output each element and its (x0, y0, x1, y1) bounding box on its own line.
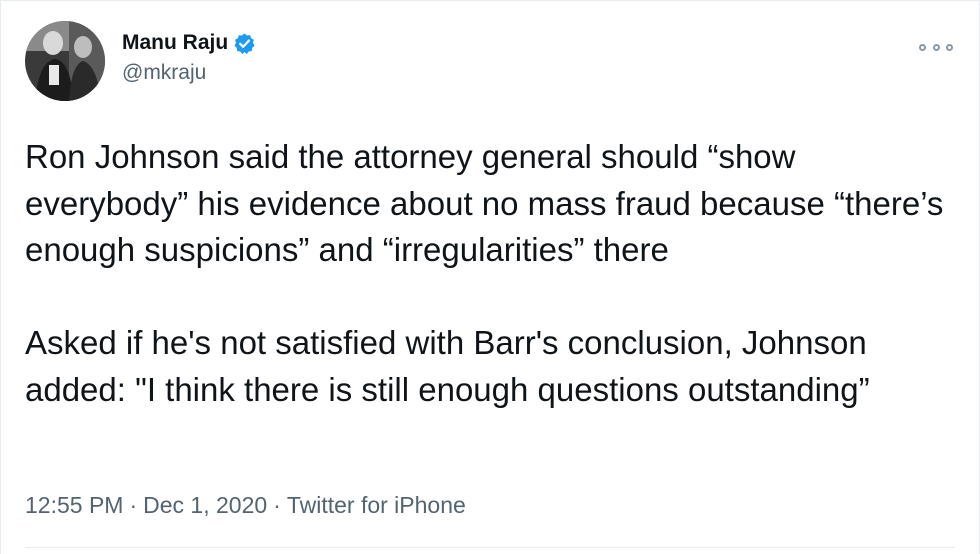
tweet-text: Ron Johnson said the attorney general sh… (25, 134, 945, 413)
meta-separator: · (129, 492, 138, 518)
tweet-date[interactable]: Dec 1, 2020 (143, 492, 267, 518)
name-row: Manu Raju (122, 31, 256, 55)
more-dot (919, 43, 926, 51)
verified-badge-icon (233, 32, 256, 55)
tweet-paragraph: Asked if he's not satisfied with Barr's … (25, 324, 876, 408)
tweet-meta: 12:55 PM · Dec 1, 2020 · Twitter for iPhone (25, 492, 466, 519)
more-dot (946, 43, 953, 51)
display-name[interactable]: Manu Raju (122, 31, 228, 55)
avatar[interactable] (25, 21, 105, 101)
tweet-card: Manu Raju @mkraju Ron Johnson said the a… (0, 0, 980, 554)
tweet-time[interactable]: 12:55 PM (25, 492, 123, 518)
more-options-icon[interactable] (919, 39, 953, 55)
divider (25, 547, 955, 548)
tweet-paragraph: Ron Johnson said the attorney general sh… (25, 138, 953, 268)
profile-photo-icon (25, 21, 105, 101)
author-block: Manu Raju @mkraju (122, 31, 256, 85)
tweet-header: Manu Raju @mkraju (25, 21, 955, 105)
more-dot (932, 43, 940, 51)
tweet-source[interactable]: Twitter for iPhone (287, 492, 466, 518)
user-handle[interactable]: @mkraju (122, 61, 256, 85)
meta-separator: · (273, 492, 281, 518)
